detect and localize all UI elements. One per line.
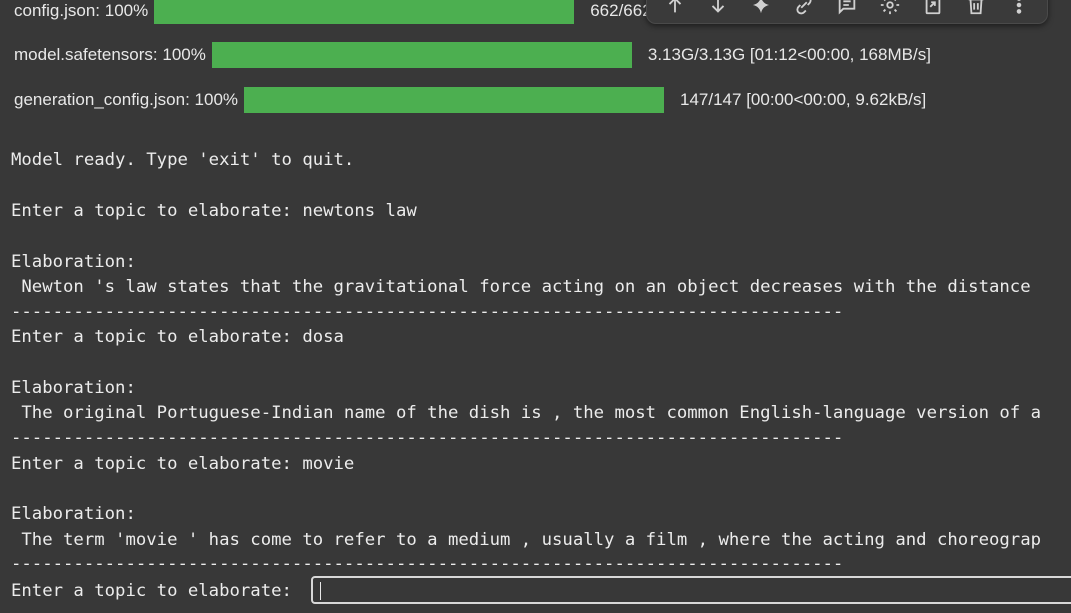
- progress-bar: [154, 0, 575, 24]
- current-prompt: Enter a topic to elaborate:: [11, 581, 303, 601]
- progress-bar: [244, 87, 665, 113]
- elaboration-text: The term 'movie ' has come to refer to a…: [11, 530, 1042, 550]
- separator-line: ----------------------------------------…: [11, 554, 844, 574]
- download-percent: 100%: [104, 1, 149, 20]
- download-filename: model.safetensors:: [14, 45, 158, 64]
- elaboration-label: Elaboration:: [11, 252, 136, 272]
- sparkle-icon[interactable]: [747, 0, 775, 19]
- download-progress-generation-config: generation_config.json: 100% 147/147 [00…: [14, 87, 926, 113]
- arrow-down-icon[interactable]: [704, 0, 732, 19]
- topic-input[interactable]: [323, 580, 1067, 604]
- download-stats: 662/662: [590, 1, 652, 20]
- elaboration-label: Elaboration:: [11, 378, 136, 398]
- topic-prompt-line: Enter a topic to elaborate: movie: [11, 454, 355, 474]
- download-filename: config.json:: [14, 1, 100, 20]
- topic-prompt-line: Enter a topic to elaborate: newtons law: [11, 201, 417, 221]
- elaboration-label: Elaboration:: [11, 504, 136, 524]
- arrow-up-icon[interactable]: [661, 0, 689, 19]
- download-percent: 100%: [194, 90, 239, 109]
- download-percent: 100%: [162, 45, 206, 64]
- text-caret: [320, 582, 321, 600]
- elaboration-text: The original Portuguese-Indian name of t…: [11, 403, 1042, 423]
- download-progress-model: model.safetensors: 100% 3.13G/3.13G [01:…: [14, 42, 931, 68]
- download-stats: 147/147 [00:00<00:00, 9.62kB/s]: [680, 90, 927, 109]
- gear-icon[interactable]: [876, 0, 904, 19]
- separator-line: ----------------------------------------…: [11, 302, 844, 322]
- cell-toolbar: [646, 0, 1048, 24]
- more-vert-icon[interactable]: [1005, 0, 1033, 19]
- model-ready-message: Model ready. Type 'exit' to quit.: [11, 150, 355, 170]
- topic-input-box[interactable]: [311, 576, 1071, 604]
- trash-icon[interactable]: [962, 0, 990, 19]
- download-filename: generation_config.json:: [14, 90, 190, 109]
- mirror-cell-icon[interactable]: [919, 0, 947, 19]
- separator-line: ----------------------------------------…: [11, 428, 844, 448]
- comment-icon[interactable]: [833, 0, 861, 19]
- elaboration-text: Newton 's law states that the gravitatio…: [11, 277, 1031, 297]
- topic-prompt-line: Enter a topic to elaborate: dosa: [11, 327, 344, 347]
- download-progress-config: config.json: 100% 662/662: [14, 0, 652, 24]
- download-stats: 3.13G/3.13G [01:12<00:00, 168MB/s]: [647, 45, 931, 64]
- link-icon[interactable]: [790, 0, 818, 19]
- progress-bar: [211, 42, 632, 68]
